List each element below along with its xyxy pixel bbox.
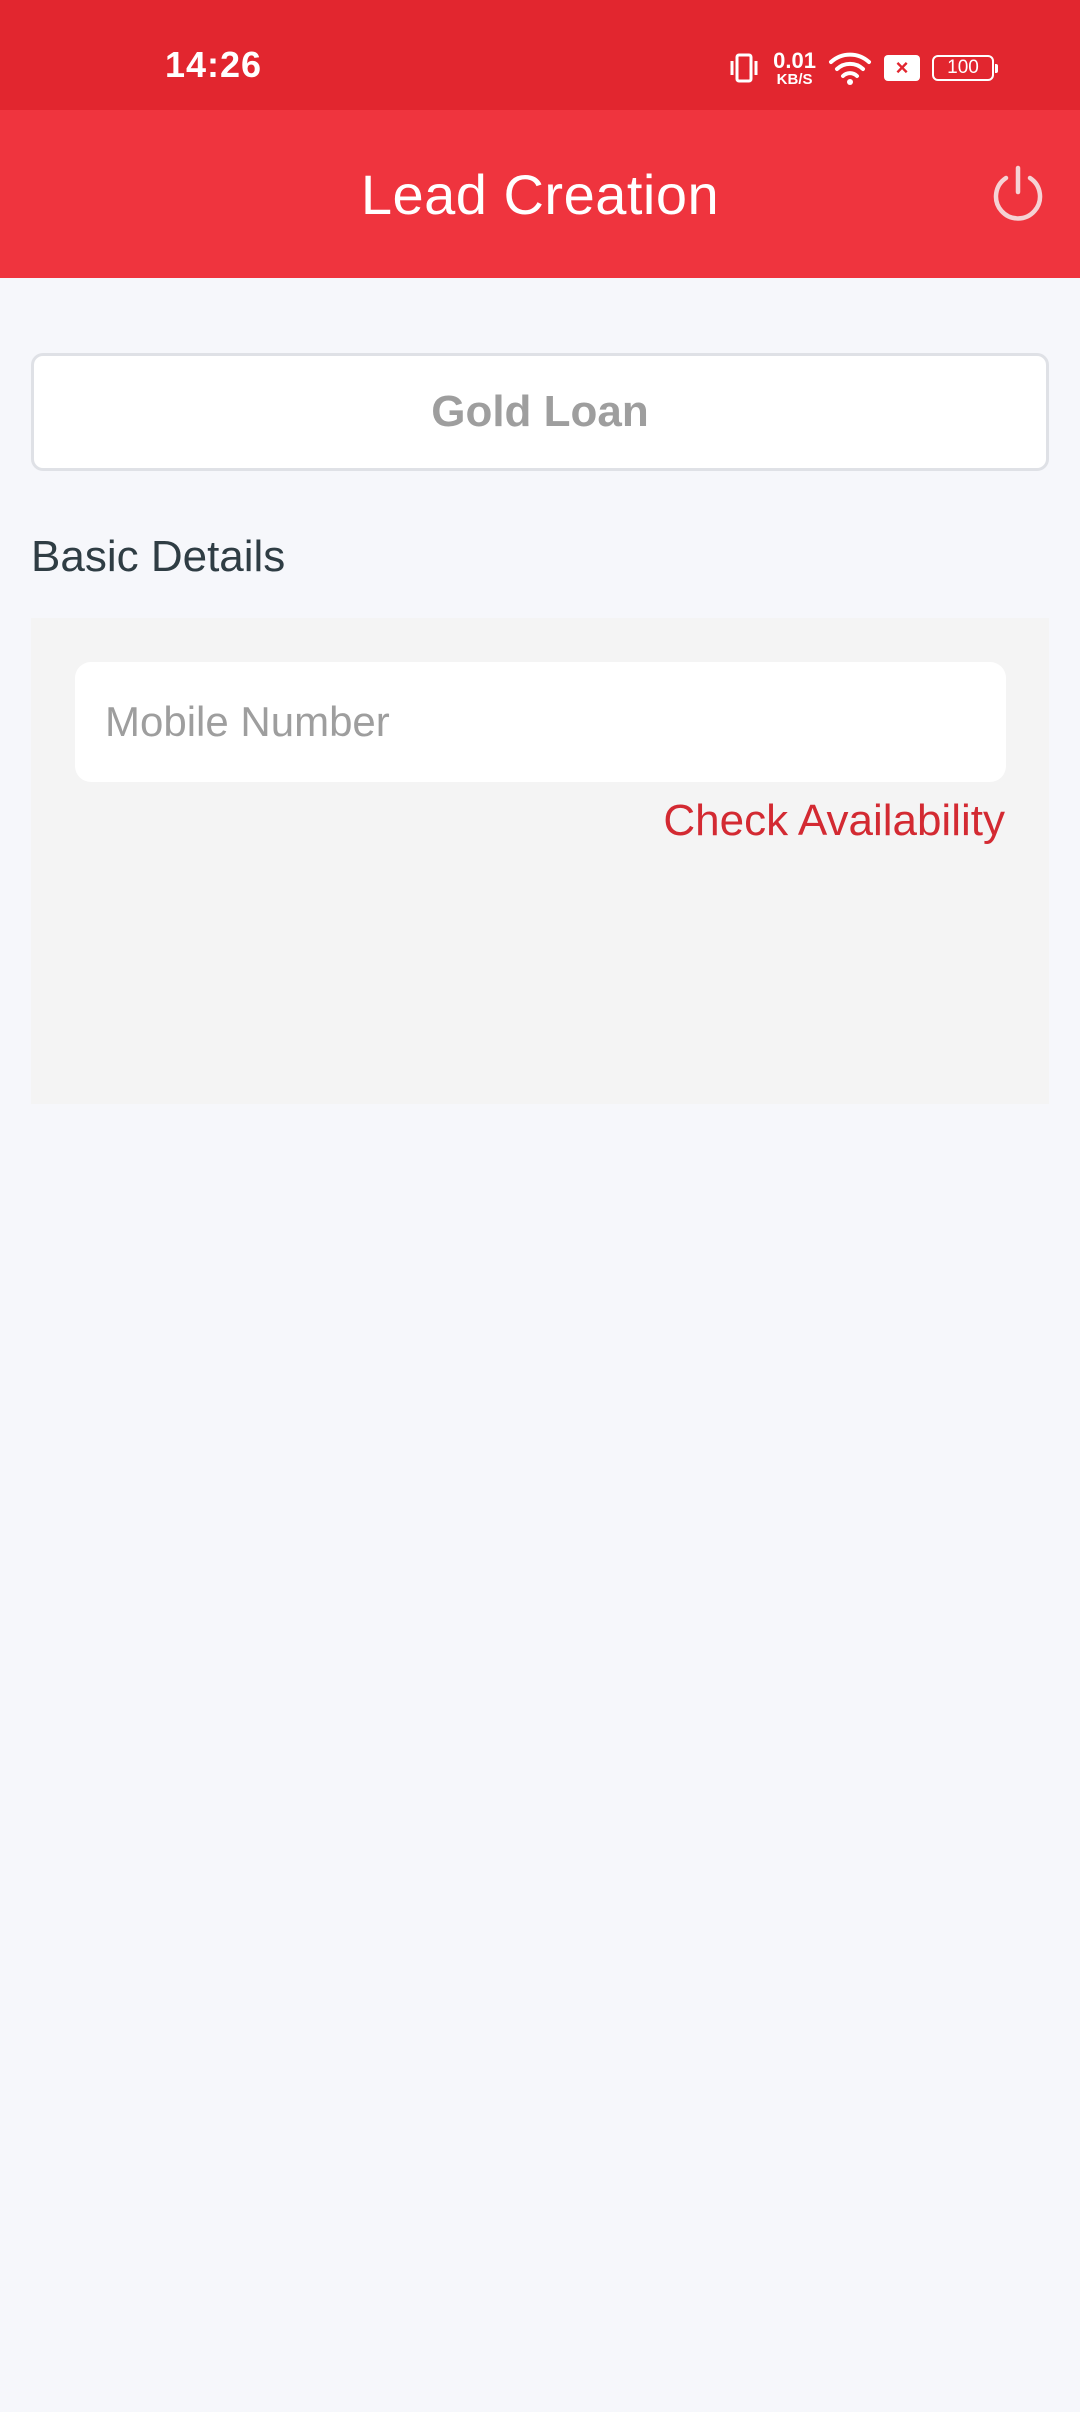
wifi-icon — [828, 50, 872, 86]
vibrate-icon — [727, 51, 761, 85]
page-title: Lead Creation — [360, 163, 720, 226]
status-time: 14:26 — [165, 44, 263, 85]
status-icons: 0.01 KB/S × 100 — [727, 44, 998, 92]
mobile-number-input[interactable] — [75, 662, 1006, 782]
status-bar: 14:26 0.01 KB/S × 100 — [0, 0, 1080, 110]
network-speed: 0.01 KB/S — [773, 47, 816, 88]
network-speed-unit: KB/S — [776, 70, 813, 88]
network-speed-value: 0.01 — [773, 47, 816, 73]
app-bar: Lead Creation — [0, 110, 1080, 278]
check-availability-link[interactable]: Check Availability — [663, 796, 1005, 846]
power-icon[interactable] — [986, 162, 1050, 226]
battery-icon: 100 — [932, 55, 998, 81]
section-title-basic-details: Basic Details — [31, 532, 286, 581]
product-selector[interactable]: Gold Loan — [31, 353, 1049, 471]
sim-disabled-icon: × — [884, 55, 920, 81]
